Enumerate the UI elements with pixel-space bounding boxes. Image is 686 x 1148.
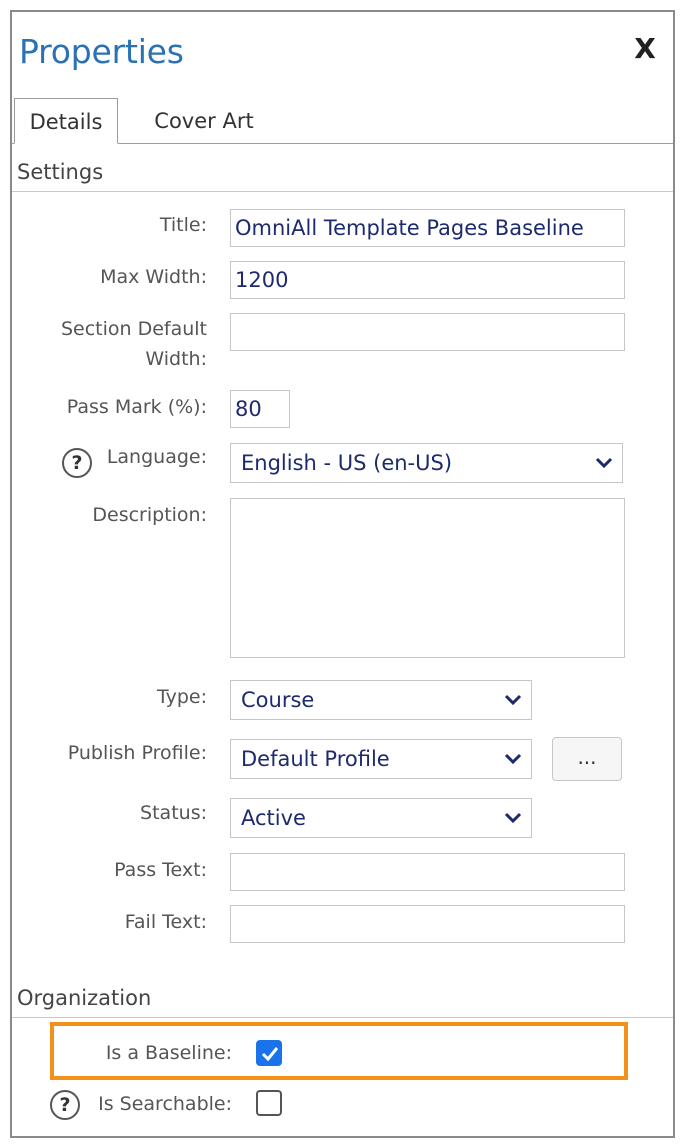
- pass-mark-label: Pass Mark (%):: [66, 396, 207, 418]
- tab-details[interactable]: Details: [14, 98, 118, 144]
- publish-profile-browse-button[interactable]: ...: [552, 737, 622, 781]
- type-label: Type:: [156, 686, 207, 708]
- is-baseline-label: Is a Baseline:: [105, 1042, 232, 1064]
- settings-section-header: Settings: [12, 152, 673, 192]
- status-label: Status:: [140, 802, 207, 824]
- pass-text-input[interactable]: [230, 853, 625, 891]
- status-select[interactable]: Active: [230, 798, 532, 838]
- tab-cover-art[interactable]: Cover Art: [144, 98, 264, 144]
- language-select[interactable]: English - US (en-US): [230, 443, 623, 483]
- close-icon: X: [634, 32, 656, 65]
- panel-title: Properties: [19, 32, 184, 71]
- organization-section-header: Organization: [12, 978, 673, 1018]
- language-value: English - US (en-US): [241, 451, 453, 475]
- properties-panel: Properties X Details Cover Art Settings …: [10, 10, 675, 1138]
- language-label: Language:: [106, 446, 207, 468]
- title-label: Title:: [159, 214, 207, 236]
- fail-text-label: Fail Text:: [124, 911, 207, 933]
- max-width-input[interactable]: 1200: [230, 261, 625, 299]
- section-default-width-label-line1: Section Default: [60, 318, 207, 340]
- chevron-down-icon: [504, 694, 522, 706]
- section-default-width-label-line2: Width:: [145, 348, 207, 370]
- fail-text-input[interactable]: [230, 905, 625, 943]
- title-input[interactable]: OmniAll Template Pages Baseline: [230, 209, 625, 247]
- section-default-width-input[interactable]: [230, 313, 625, 351]
- is-baseline-checkbox[interactable]: [256, 1040, 282, 1066]
- pass-mark-input[interactable]: 80: [230, 390, 290, 428]
- description-textarea[interactable]: [230, 498, 625, 658]
- publish-profile-select[interactable]: Default Profile: [230, 739, 532, 779]
- chevron-down-icon: [504, 753, 522, 765]
- close-button[interactable]: X: [628, 32, 662, 66]
- chevron-down-icon: [504, 812, 522, 824]
- chevron-down-icon: [595, 457, 613, 469]
- checkmark-icon: [261, 1047, 279, 1062]
- is-searchable-label: Is Searchable:: [98, 1093, 232, 1115]
- status-value: Active: [241, 806, 306, 830]
- type-select[interactable]: Course: [230, 680, 532, 720]
- publish-profile-label: Publish Profile:: [67, 742, 207, 764]
- type-value: Course: [241, 688, 315, 712]
- is-searchable-checkbox[interactable]: [256, 1090, 282, 1116]
- publish-profile-value: Default Profile: [241, 747, 390, 771]
- description-label: Description:: [92, 504, 207, 526]
- max-width-label: Max Width:: [100, 266, 207, 288]
- tab-bar: Details Cover Art: [12, 98, 673, 144]
- pass-text-label: Pass Text:: [114, 859, 207, 881]
